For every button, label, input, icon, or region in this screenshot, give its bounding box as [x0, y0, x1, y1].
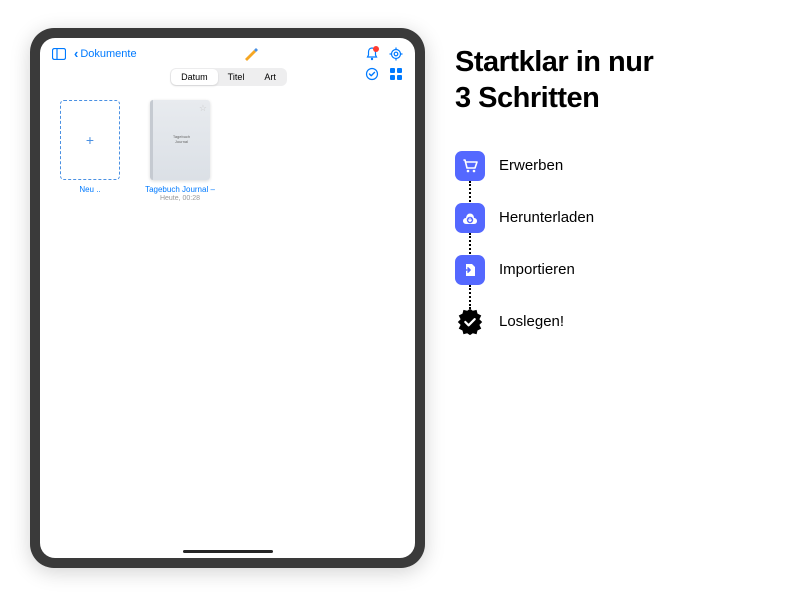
segment-kind[interactable]: Art — [254, 69, 286, 85]
step-go: Loslegen! — [455, 307, 764, 337]
new-document-tile[interactable]: + Neu .. — [54, 100, 126, 194]
step-label: Importieren — [499, 261, 575, 278]
step-import: Importieren — [455, 255, 764, 307]
sidebar-toggle-icon[interactable] — [52, 48, 66, 60]
journal-cover: ☆ Tagebuch Journal — [150, 100, 210, 180]
home-indicator — [183, 550, 273, 553]
headline-line1: Startklar in nur — [455, 44, 764, 80]
badge-check-icon — [455, 307, 485, 337]
step-label: Herunterladen — [499, 209, 594, 226]
new-document-box: + — [60, 100, 120, 180]
step-label: Erwerben — [499, 157, 563, 174]
back-button[interactable]: ‹ Dokumente — [74, 46, 137, 61]
plus-icon: + — [86, 132, 94, 148]
headline-line2: 3 Schritten — [455, 80, 764, 116]
tablet-screen: ‹ Dokumente — [40, 38, 415, 558]
notifications-icon[interactable] — [365, 47, 379, 61]
segment-date[interactable]: Datum — [171, 69, 218, 85]
chevron-left-icon: ‹ — [74, 46, 78, 61]
star-icon: ☆ — [199, 103, 207, 114]
step-purchase: Erwerben — [455, 151, 764, 203]
steps-list: Erwerben Herunterladen Importieren Losle… — [455, 151, 764, 337]
select-icon[interactable] — [365, 67, 379, 86]
new-document-label: Neu .. — [79, 185, 100, 194]
document-tile[interactable]: ☆ Tagebuch Journal Tagebuch Journal – He… — [144, 100, 216, 202]
headline: Startklar in nur 3 Schritten — [455, 44, 764, 117]
tablet-frame: ‹ Dokumente — [30, 28, 425, 568]
cart-icon — [455, 151, 485, 181]
download-icon — [455, 203, 485, 233]
top-toolbar: ‹ Dokumente — [40, 38, 415, 65]
app-logo-icon — [243, 47, 259, 61]
grid-view-icon[interactable] — [389, 67, 403, 86]
step-download: Herunterladen — [455, 203, 764, 255]
document-timestamp: Heute, 00:28 — [160, 195, 200, 202]
cover-text-2: Journal — [173, 140, 190, 145]
documents-grid: + Neu .. ☆ Tagebuch Journal Tagebuch Jou… — [40, 92, 415, 210]
back-label: Dokumente — [80, 48, 136, 60]
info-panel: Startklar in nur 3 Schritten Erwerben He… — [455, 28, 764, 337]
segment-title[interactable]: Titel — [218, 69, 255, 85]
settings-icon[interactable] — [389, 47, 403, 61]
sort-toolbar: Datum Titel Art — [40, 65, 415, 92]
document-label: Tagebuch Journal – — [145, 185, 215, 194]
sort-segmented-control: Datum Titel Art — [170, 68, 287, 86]
import-icon — [455, 255, 485, 285]
step-label: Loslegen! — [499, 313, 564, 330]
